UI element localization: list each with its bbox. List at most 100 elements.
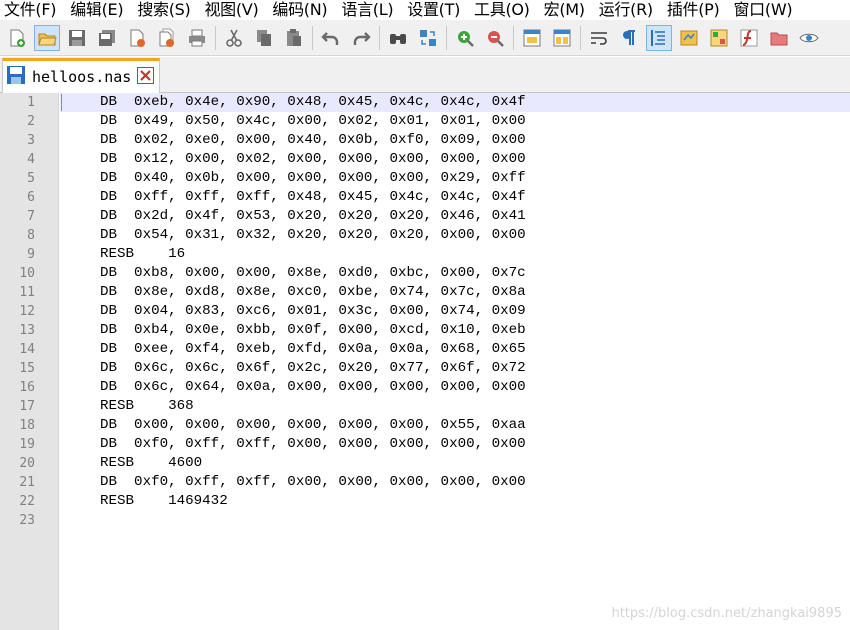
code-line[interactable]: 18 DB 0x00, 0x00, 0x00, 0x00, 0x00, 0x00,… [0,416,850,435]
code-text[interactable]: DB 0xb4, 0x0e, 0xbb, 0x0f, 0x00, 0xcd, 0… [100,321,526,340]
code-line[interactable]: 10 DB 0xb8, 0x00, 0x00, 0x8e, 0xd0, 0xbc,… [0,264,850,283]
sync-vertical-icon[interactable] [519,25,545,51]
menu-window[interactable]: 窗口(W) [726,0,799,20]
menu-language[interactable]: 语言(L) [334,0,400,20]
code-text[interactable]: DB 0x12, 0x00, 0x02, 0x00, 0x00, 0x00, 0… [100,150,526,169]
sync-horizontal-icon[interactable] [549,25,575,51]
menu-settings[interactable]: 设置(T) [400,0,467,20]
cut-icon[interactable] [221,25,247,51]
code-text[interactable]: DB 0x04, 0x83, 0xc6, 0x01, 0x3c, 0x00, 0… [100,302,526,321]
tab-close-icon[interactable] [137,66,155,88]
folder-workspace-icon[interactable] [766,25,792,51]
code-text[interactable]: DB 0x54, 0x31, 0x32, 0x20, 0x20, 0x20, 0… [100,226,526,245]
doc-map-icon[interactable] [676,25,702,51]
code-line[interactable]: 15 DB 0x6c, 0x6c, 0x6f, 0x2c, 0x20, 0x77,… [0,359,850,378]
code-line[interactable]: 9 RESB 16 [0,245,850,264]
code-line[interactable]: 22 RESB 1469432 [0,492,850,511]
code-text[interactable]: DB 0x00, 0x00, 0x00, 0x00, 0x00, 0x00, 0… [100,416,526,435]
menu-tools[interactable]: 工具(O) [467,0,537,20]
menu-plugins[interactable]: 插件(P) [660,0,727,20]
text-caret [61,94,62,111]
code-line[interactable]: 21 DB 0xf0, 0xff, 0xff, 0x00, 0x00, 0x00,… [0,473,850,492]
code-text[interactable]: DB 0xff, 0xff, 0xff, 0x48, 0x45, 0x4c, 0… [100,188,526,207]
save-icon[interactable] [64,25,90,51]
code-text[interactable]: DB 0x6c, 0x64, 0x0a, 0x00, 0x00, 0x00, 0… [100,378,526,397]
code-line[interactable]: 12 DB 0x04, 0x83, 0xc6, 0x01, 0x3c, 0x00,… [0,302,850,321]
code-line[interactable]: 13 DB 0xb4, 0x0e, 0xbb, 0x0f, 0x00, 0xcd,… [0,321,850,340]
code-text[interactable]: DB 0xf0, 0xff, 0xff, 0x00, 0x00, 0x00, 0… [100,473,526,492]
menu-search[interactable]: 搜索(S) [130,0,197,20]
zoom-in-icon[interactable] [452,25,478,51]
code-line[interactable]: 6 DB 0xff, 0xff, 0xff, 0x48, 0x45, 0x4c, … [0,188,850,207]
line-number: 17 [19,399,35,414]
line-number: 4 [27,152,35,167]
code-line[interactable]: 17 RESB 368 [0,397,850,416]
code-line[interactable]: 4 DB 0x12, 0x00, 0x02, 0x00, 0x00, 0x00, … [0,150,850,169]
menu-macro[interactable]: 宏(M) [537,0,592,20]
show-all-chars-icon[interactable] [616,25,642,51]
line-number: 19 [19,437,35,452]
close-all-icon[interactable] [154,25,180,51]
save-all-icon[interactable] [94,25,120,51]
code-text[interactable]: DB 0xeb, 0x4e, 0x90, 0x48, 0x45, 0x4c, 0… [100,93,526,112]
code-line[interactable]: 3 DB 0x02, 0xe0, 0x00, 0x40, 0x0b, 0xf0, … [0,131,850,150]
line-number: 5 [27,171,35,186]
code-line[interactable]: 23 [0,511,850,530]
code-line[interactable]: 2 DB 0x49, 0x50, 0x4c, 0x00, 0x02, 0x01, … [0,112,850,131]
code-line[interactable]: 16 DB 0x6c, 0x64, 0x0a, 0x00, 0x00, 0x00,… [0,378,850,397]
line-number: 12 [19,304,35,319]
new-file-icon[interactable] [4,25,30,51]
menu-edit[interactable]: 编辑(E) [63,0,130,20]
code-text[interactable]: DB 0x8e, 0xd8, 0x8e, 0xc0, 0xbe, 0x74, 0… [100,283,526,302]
toolbar-separator [379,25,380,50]
paste-icon[interactable] [281,25,307,51]
eye-icon[interactable] [796,25,822,51]
zoom-out-icon[interactable] [482,25,508,51]
tab-helloos-nas[interactable]: helloos.nas [2,58,160,93]
code-line[interactable]: 20 RESB 4600 [0,454,850,473]
redo-icon[interactable] [348,25,374,51]
menu-bar: 文件(F) 编辑(E) 搜索(S) 视图(V) 编码(N) 语言(L) 设置(T… [0,0,850,20]
code-text[interactable]: DB 0x2d, 0x4f, 0x53, 0x20, 0x20, 0x20, 0… [100,207,526,226]
copy-icon[interactable] [251,25,277,51]
code-line[interactable]: 14 DB 0xee, 0xf4, 0xeb, 0xfd, 0x0a, 0x0a,… [0,340,850,359]
code-text[interactable]: DB 0xf0, 0xff, 0xff, 0x00, 0x00, 0x00, 0… [100,435,526,454]
code-line[interactable]: 5 DB 0x40, 0x0b, 0x00, 0x00, 0x00, 0x00, … [0,169,850,188]
code-text[interactable]: RESB 4600 [100,454,202,473]
replace-icon[interactable] [415,25,441,51]
toolbar-separator [215,25,216,50]
code-line[interactable]: 8 DB 0x54, 0x31, 0x32, 0x20, 0x20, 0x20, … [0,226,850,245]
menu-run[interactable]: 运行(R) [592,0,660,20]
close-icon[interactable] [124,25,150,51]
code-text[interactable]: RESB 1469432 [100,492,228,511]
code-line[interactable]: 1 DB 0xeb, 0x4e, 0x90, 0x48, 0x45, 0x4c, … [27,93,850,112]
word-wrap-icon[interactable] [586,25,612,51]
undo-icon[interactable] [318,25,344,51]
find-icon[interactable] [385,25,411,51]
function-list-icon[interactable] [706,25,732,51]
code-line[interactable]: 11 DB 0x8e, 0xd8, 0x8e, 0xc0, 0xbe, 0x74,… [0,283,850,302]
function-graph-icon[interactable] [736,25,762,51]
print-icon[interactable] [184,25,210,51]
toolbar [0,20,850,56]
code-text[interactable]: DB 0xb8, 0x00, 0x00, 0x8e, 0xd0, 0xbc, 0… [100,264,526,283]
menu-encoding[interactable]: 编码(N) [265,0,334,20]
code-text[interactable]: DB 0x02, 0xe0, 0x00, 0x40, 0x0b, 0xf0, 0… [100,131,526,150]
code-line[interactable]: 19 DB 0xf0, 0xff, 0xff, 0x00, 0x00, 0x00,… [0,435,850,454]
menu-view[interactable]: 视图(V) [197,0,265,20]
menu-file[interactable]: 文件(F) [0,0,63,20]
code-text[interactable]: DB 0x49, 0x50, 0x4c, 0x00, 0x02, 0x01, 0… [100,112,526,131]
code-area[interactable]: 1 DB 0xeb, 0x4e, 0x90, 0x48, 0x45, 0x4c, … [0,93,850,630]
code-text[interactable]: RESB 368 [100,397,194,416]
open-file-icon[interactable] [34,24,60,51]
indent-guide-icon[interactable] [646,24,672,51]
code-line[interactable]: 7 DB 0x2d, 0x4f, 0x53, 0x20, 0x20, 0x20, … [0,207,850,226]
line-number: 7 [27,209,35,224]
code-text[interactable]: RESB 16 [100,245,185,264]
watermark: https://blog.csdn.net/zhangkai9895 [611,606,842,621]
code-text[interactable]: DB 0xee, 0xf4, 0xeb, 0xfd, 0x0a, 0x0a, 0… [100,340,526,359]
code-text[interactable]: DB 0x40, 0x0b, 0x00, 0x00, 0x00, 0x00, 0… [100,169,526,188]
floppy-save-icon [6,65,26,89]
line-number: 16 [19,380,35,395]
code-text[interactable]: DB 0x6c, 0x6c, 0x6f, 0x2c, 0x20, 0x77, 0… [100,359,526,378]
